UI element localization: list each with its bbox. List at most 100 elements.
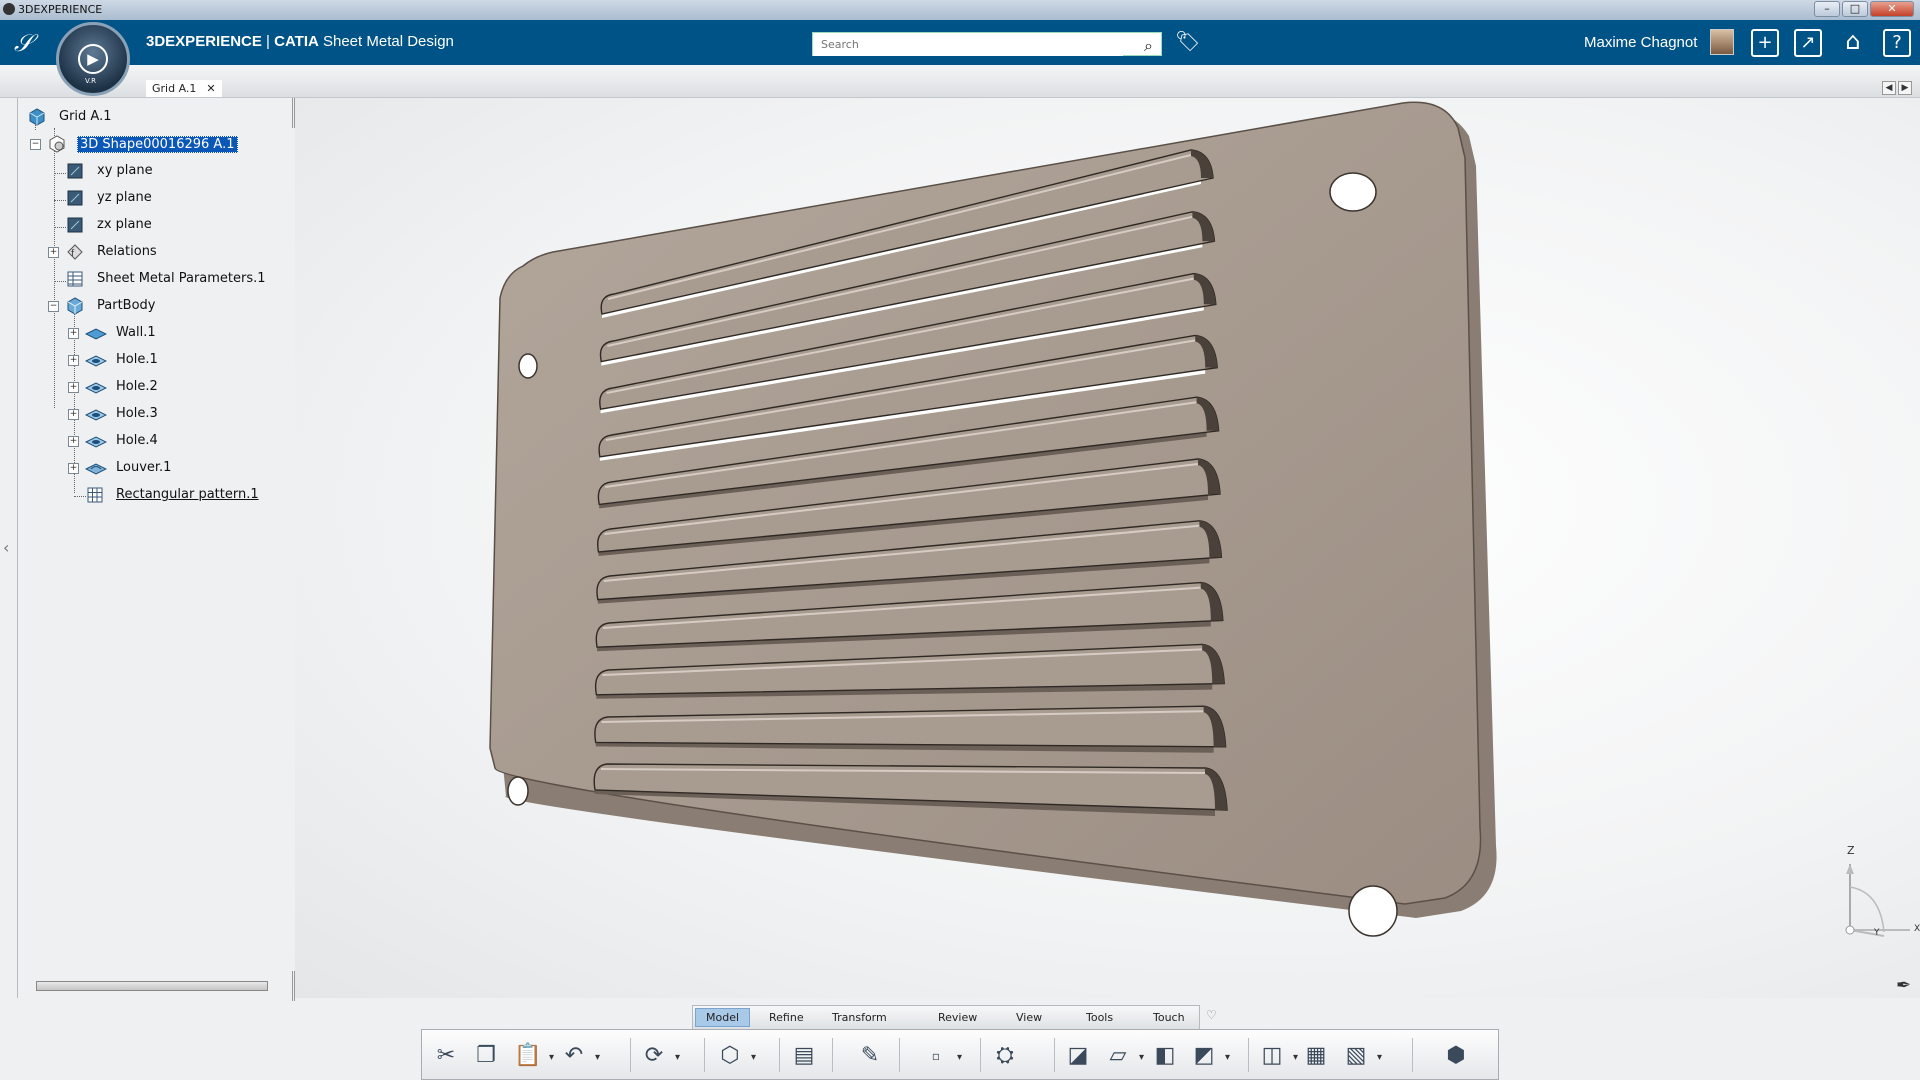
tree-root[interactable]: Grid A.1 — [26, 106, 226, 128]
tree-connector — [74, 496, 86, 497]
compass-vr-label: V.R — [85, 77, 96, 85]
tab-next-icon[interactable]: ▶ — [1898, 81, 1912, 95]
tab-model[interactable]: Model — [695, 1008, 751, 1027]
tree-item-label: zx plane — [97, 217, 152, 232]
search-input[interactable] — [813, 33, 1123, 56]
cut-icon[interactable]: ✂ — [430, 1040, 462, 1072]
tab-touch[interactable]: Touch — [1145, 1010, 1193, 1025]
specification-tree: ‹ Grid A.1 − 3D Shape00016296 A.1 xy pla… — [0, 98, 295, 1001]
toolbar-separator — [779, 1038, 780, 1072]
tree-root-label: Grid A.1 — [59, 109, 112, 124]
pen-icon[interactable]: ✒ — [1896, 975, 1911, 996]
expand-icon[interactable]: + — [68, 436, 79, 447]
plane-icon — [67, 217, 83, 233]
tree-shape-label: 3D Shape00016296 A.1 — [77, 136, 238, 153]
tree-shape[interactable]: − 3D Shape00016296 A.1 — [30, 133, 270, 155]
avatar[interactable] — [1710, 29, 1734, 55]
parameters-icon[interactable]: ▤ — [788, 1040, 820, 1072]
collapse-icon[interactable]: − — [30, 139, 41, 150]
tree-item-label: Hole.3 — [116, 406, 158, 421]
tab-transform[interactable]: Transform — [824, 1010, 895, 1025]
tree-horizontal-scrollbar[interactable] — [36, 981, 268, 991]
parameters-icon — [67, 271, 83, 287]
sketch-icon[interactable]: ✎ — [854, 1040, 886, 1072]
bend-icon[interactable]: ◪ — [1062, 1040, 1094, 1072]
hole-icon — [85, 436, 107, 448]
expand-icon[interactable]: + — [68, 382, 79, 393]
search-box[interactable]: ⌕ — [812, 32, 1162, 56]
search-icon[interactable]: ⌕ — [1144, 36, 1153, 56]
toolbar-separator — [980, 1038, 981, 1072]
minimize-button[interactable]: – — [1814, 1, 1840, 17]
axis-x-label: X — [1914, 924, 1920, 934]
toolbar-separator — [1054, 1038, 1055, 1072]
3d-viewport[interactable] — [295, 98, 1920, 998]
tree-item-label: Sheet Metal Parameters.1 — [97, 271, 266, 286]
chevron-down-icon[interactable]: ♡ — [1206, 1008, 1217, 1022]
copy-icon[interactable]: ❐ — [470, 1040, 502, 1072]
share-icon[interactable]: ↗ — [1794, 29, 1822, 57]
tab-refine[interactable]: Refine — [761, 1010, 812, 1025]
flange-icon[interactable]: ◧ — [1149, 1040, 1181, 1072]
relations-icon: f — [67, 244, 83, 260]
tag-icon[interactable]: 🏷 — [1175, 29, 1200, 53]
measure-icon[interactable]: ▧ — [1340, 1040, 1382, 1074]
tree-sidebar: ‹ — [0, 98, 18, 998]
toolbar-separator — [1412, 1038, 1413, 1072]
user-name[interactable]: Maxime Chagnot — [1584, 34, 1697, 51]
add-icon[interactable]: + — [1751, 29, 1779, 57]
expand-icon[interactable]: + — [68, 328, 79, 339]
pattern-icon[interactable]: ▦ — [1300, 1040, 1332, 1072]
tab-grid[interactable]: Grid A.1 ✕ — [146, 80, 222, 97]
collapse-icon[interactable]: − — [48, 301, 59, 312]
close-button[interactable]: ✕ — [1870, 1, 1914, 17]
3d-shape-icon — [49, 135, 65, 153]
product-icon — [29, 108, 45, 126]
tree-item-label: Hole.2 — [116, 379, 158, 394]
home-icon[interactable]: ⌂ — [1839, 29, 1867, 57]
top-bar: 𝒮 3DEXPERIENCE | CATIA Sheet Metal Desig… — [0, 20, 1920, 65]
tab-tools[interactable]: Tools — [1078, 1010, 1121, 1025]
tree-item-label: Wall.1 — [116, 325, 156, 340]
hem-icon[interactable]: ◩ — [1188, 1040, 1230, 1074]
help-icon[interactable]: ? — [1883, 29, 1911, 57]
tab-view[interactable]: View — [1008, 1010, 1050, 1025]
collapse-panel-icon[interactable]: ‹ — [3, 538, 9, 557]
axis-z-label: Z — [1847, 844, 1855, 857]
expand-icon[interactable]: + — [68, 463, 79, 474]
axis-triad[interactable]: Z Y X — [1820, 842, 1920, 942]
update-icon[interactable]: ⟳ — [638, 1040, 680, 1074]
toolbar-separator — [1248, 1038, 1249, 1072]
expand-icon[interactable]: + — [68, 409, 79, 420]
compass-widget[interactable]: ▶ V.R — [56, 22, 130, 96]
cut-out-icon[interactable]: ⛭ — [989, 1040, 1021, 1072]
tab-prev-icon[interactable]: ◀ — [1882, 81, 1896, 95]
play-icon[interactable]: ▶ — [78, 44, 108, 74]
app-icon — [3, 3, 15, 15]
axis-y-label: Y — [1874, 928, 1880, 938]
tab-close-icon[interactable]: ✕ — [206, 82, 215, 95]
sheet-metal-part-icon[interactable]: ⬡ — [714, 1040, 756, 1074]
expand-icon[interactable]: + — [68, 355, 79, 366]
tree-connector — [54, 200, 66, 201]
point-icon[interactable]: ▫ — [920, 1040, 962, 1074]
undo-icon[interactable]: ↶ — [558, 1040, 600, 1074]
dassault-logo: 𝒮 — [14, 29, 33, 57]
toolbar-separator — [899, 1038, 900, 1072]
stamp-icon[interactable]: ◫ — [1256, 1040, 1298, 1074]
expand-icon[interactable]: + — [48, 247, 59, 258]
paste-icon[interactable]: 📋 — [512, 1040, 554, 1074]
tab-review[interactable]: Review — [930, 1010, 985, 1025]
tree-item-label: PartBody — [97, 298, 156, 313]
toolbar-separator — [832, 1038, 833, 1072]
tree-item-label: yz plane — [97, 190, 152, 205]
maximize-button[interactable]: □ — [1842, 1, 1868, 17]
sheet-metal-grid-model[interactable] — [295, 98, 1920, 998]
3d-part-icon[interactable]: ⬢ — [1440, 1040, 1472, 1072]
hole-icon — [85, 382, 107, 394]
wall-icon[interactable]: ▱ — [1102, 1040, 1144, 1074]
plane-icon — [67, 190, 83, 206]
window-titlebar: 3DEXPERIENCE – □ ✕ — [0, 0, 1920, 20]
tree-connector — [54, 281, 66, 282]
tree-item-label: Hole.1 — [116, 352, 158, 367]
